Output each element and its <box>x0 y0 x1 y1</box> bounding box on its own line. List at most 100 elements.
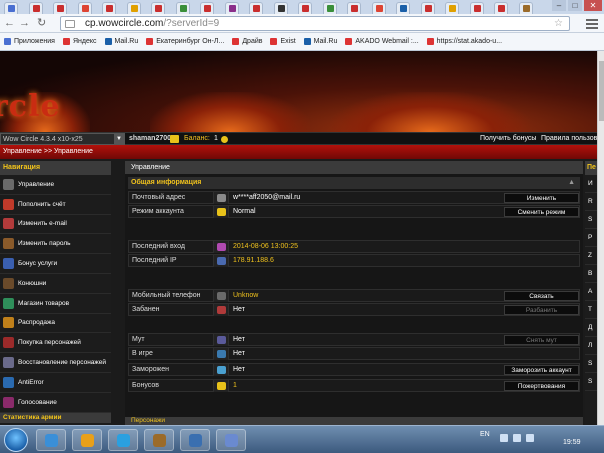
tray-volume-icon[interactable] <box>526 434 534 442</box>
info-row-button[interactable]: Изменить <box>504 193 579 203</box>
sidebar-item[interactable]: Распродажа <box>0 314 111 334</box>
sidebar-item[interactable]: Изменить пароль <box>0 234 111 255</box>
input-language[interactable]: EN <box>480 431 490 438</box>
browser-tab[interactable] <box>151 2 165 14</box>
browser-tab[interactable] <box>371 2 386 14</box>
info-row-button[interactable]: Заморозить аккаунт <box>504 365 579 375</box>
tray-network-icon[interactable] <box>513 434 521 442</box>
browser-tab[interactable] <box>126 2 141 14</box>
bookmark-item[interactable]: https://stat.akado-u... <box>426 38 502 45</box>
sidebar-item[interactable]: Управление <box>0 175 111 195</box>
taskbar-app[interactable] <box>180 429 210 451</box>
section-header[interactable]: Общая информация ▲ <box>128 177 580 189</box>
info-row-button[interactable]: Связать <box>504 291 579 301</box>
taskbar-app[interactable] <box>216 429 246 451</box>
bookmark-favicon-icon <box>270 38 278 45</box>
bookmark-star-icon[interactable]: ☆ <box>554 18 563 29</box>
breadcrumb: Управление >> Управление <box>0 145 604 159</box>
sidebar-item[interactable]: Пополнить счёт <box>0 195 111 215</box>
info-row-button[interactable]: Сменить режим <box>504 207 579 217</box>
browser-tab[interactable] <box>420 2 435 14</box>
info-row-value: Нет <box>233 306 245 313</box>
taskbar-app[interactable] <box>108 429 138 451</box>
tab-favicon-icon <box>130 5 138 12</box>
sidebar-item[interactable]: AntiError <box>0 373 111 393</box>
realm-select[interactable]: Wow Circle 4.3.4 x10-x25 ▼ <box>0 133 125 145</box>
sidebar-item[interactable]: Восстановление персонажей <box>0 353 111 373</box>
sidebar-item[interactable]: Изменить e-mail <box>0 215 111 235</box>
reload-icon[interactable]: ↻ <box>37 18 46 29</box>
row-status-icon <box>217 306 226 314</box>
bookmark-item[interactable]: Mail.Ru <box>303 38 337 45</box>
sidebar-footer[interactable]: Статистика армии <box>0 412 111 423</box>
browser-tab[interactable] <box>249 2 263 14</box>
bookmark-label: Mail.Ru <box>114 38 139 45</box>
sidebar-item-label: Голосование <box>18 398 57 406</box>
maximize-button[interactable]: □ <box>568 0 582 11</box>
sidebar-item[interactable]: Голосование <box>0 393 111 413</box>
bookmark-item[interactable]: Драйв <box>232 38 262 45</box>
info-row-button[interactable]: Разбанить <box>504 305 579 315</box>
info-row-value: Нет <box>233 366 245 373</box>
bookmark-item[interactable]: AKADO Webmail :... <box>345 38 419 45</box>
browser-tab[interactable] <box>445 2 459 14</box>
sidebar-item[interactable]: Бонус услуги <box>0 254 111 274</box>
taskbar-app[interactable] <box>144 429 174 451</box>
bookmark-item[interactable]: Mail.Ru <box>104 38 139 45</box>
tab-favicon-icon <box>228 5 236 12</box>
characters-section-header[interactable]: Персонажи <box>125 417 583 425</box>
tab-favicon-icon <box>106 5 113 12</box>
browser-tab[interactable] <box>469 2 484 14</box>
browser-tab[interactable] <box>53 2 67 14</box>
browser-tab[interactable] <box>518 2 533 14</box>
browser-tab[interactable] <box>175 2 190 14</box>
close-window-button[interactable]: ✕ <box>584 0 602 11</box>
forward-icon[interactable]: → <box>19 18 30 29</box>
browser-tab[interactable] <box>200 2 214 14</box>
browser-tab[interactable] <box>298 2 312 14</box>
sidebar-item[interactable]: Конюшни <box>0 274 111 294</box>
tab-favicon-icon <box>400 5 407 12</box>
sidebar-item[interactable]: Магазин товаров <box>0 294 111 314</box>
browser-tab[interactable] <box>494 2 508 14</box>
tab-strip <box>0 0 604 14</box>
bookmark-item[interactable]: Exist <box>270 38 296 45</box>
url-path: /?serverId=9 <box>163 18 220 29</box>
browser-tab[interactable] <box>28 2 43 14</box>
sidebar-item[interactable]: Покупка персонажей <box>0 333 111 354</box>
browser-tab[interactable] <box>396 2 410 14</box>
bookmark-item[interactable]: Екатеринбург Он-Л... <box>146 38 224 45</box>
browser-tab[interactable] <box>102 2 116 14</box>
collapse-icon[interactable]: ▲ <box>568 177 575 189</box>
bookmark-item[interactable]: Приложения <box>4 38 55 45</box>
info-row-value: 178.91.188.6 <box>233 257 274 264</box>
info-row-value: 1 <box>233 382 237 389</box>
taskbar-app[interactable] <box>72 429 102 451</box>
browser-menu-icon[interactable] <box>586 17 598 29</box>
bookmark-item[interactable]: Яндекс <box>62 38 97 45</box>
url-input[interactable]: cp.wowcircle.com/?serverId=9 ☆ <box>60 16 570 31</box>
browser-tab[interactable] <box>77 2 92 14</box>
clock[interactable]: 19:59 <box>563 439 581 446</box>
rules-link[interactable]: Правила пользов <box>541 133 597 145</box>
tray-flag-icon[interactable] <box>500 434 508 442</box>
info-row-button[interactable]: Снять мут <box>504 335 579 345</box>
bookmark-label: Приложения <box>14 38 55 45</box>
get-bonuses-link[interactable]: Получить бонусы <box>480 133 536 145</box>
browser-tab[interactable] <box>347 2 361 14</box>
page-scrollbar[interactable] <box>597 51 604 425</box>
browser-tab[interactable] <box>4 2 18 14</box>
site-logo[interactable]: rcle <box>0 89 61 124</box>
scrollbar-thumb[interactable] <box>599 61 604 121</box>
info-row-icon <box>213 304 229 316</box>
info-row-button[interactable]: Пожертвования <box>504 381 579 391</box>
browser-tab[interactable] <box>224 2 239 14</box>
sidebar-item-icon <box>3 277 14 289</box>
back-icon[interactable]: ← <box>4 18 15 29</box>
browser-tab[interactable] <box>273 2 288 14</box>
start-button[interactable] <box>4 428 28 452</box>
browser-tab[interactable] <box>322 2 337 14</box>
minimize-button[interactable]: – <box>552 0 566 11</box>
tab-favicon-icon <box>8 5 15 12</box>
taskbar-app[interactable] <box>36 429 66 451</box>
